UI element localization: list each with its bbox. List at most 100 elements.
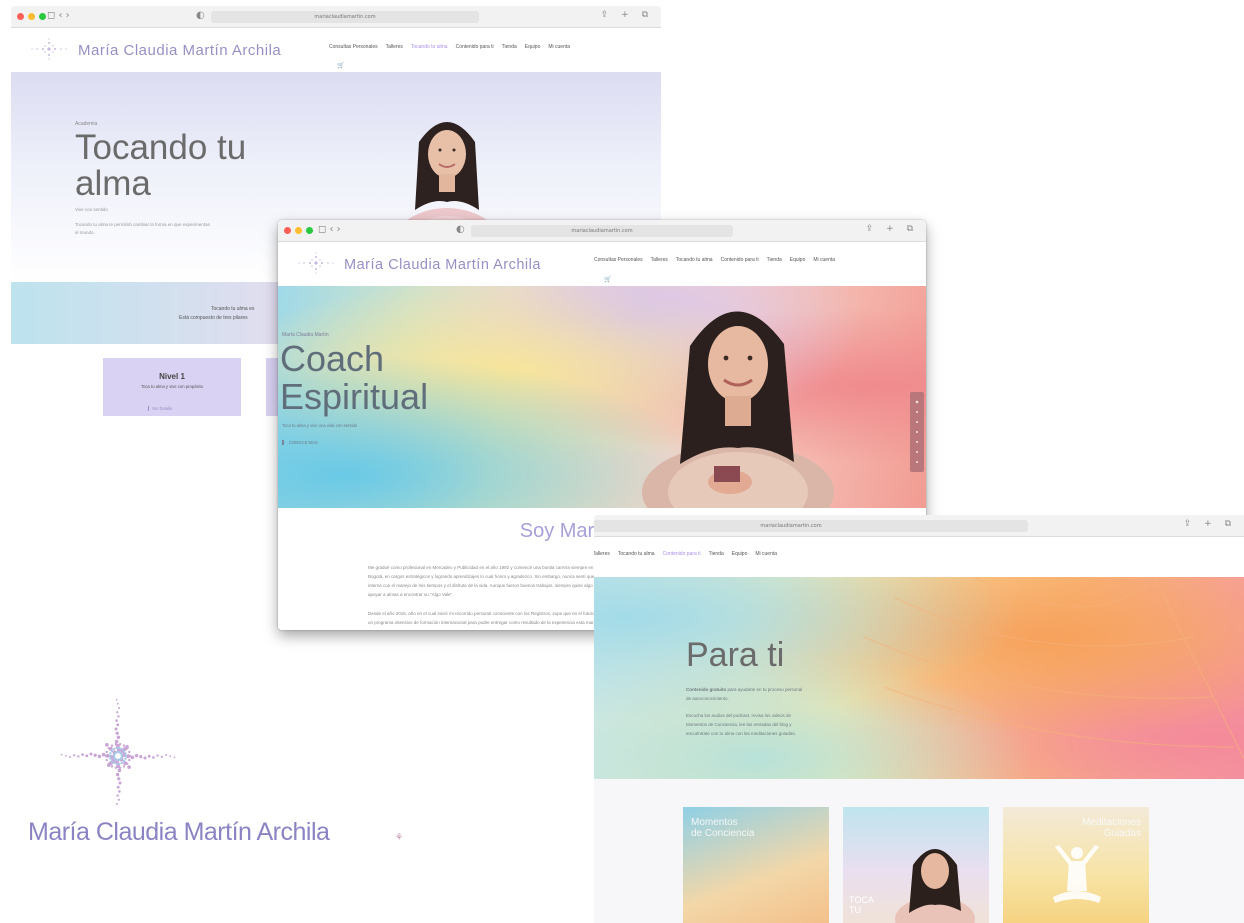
nav-item-equipo[interactable]: Equipo [790, 257, 806, 263]
band-line2: Está compuesto de tres pilares [179, 315, 248, 321]
nav-controls[interactable]: ◻ ‹ › [318, 224, 341, 235]
tile-title-line2: de Conciencia [691, 828, 755, 839]
tile-title-line1: TOCA [849, 895, 874, 905]
logo-mark-icon[interactable] [296, 252, 336, 274]
cart-icon[interactable]: 🛒 [604, 276, 611, 283]
nav-item-tocando[interactable]: Tocando tu alma [676, 257, 713, 263]
privacy-icon: ◐ [196, 10, 205, 21]
nav-item-contenido[interactable]: Contenido para ti [721, 257, 759, 263]
level-card[interactable]: Nivel 1 Toca tu alma y vive con propósit… [103, 358, 241, 416]
brand-name[interactable]: María Claudia Martín Archila [344, 257, 541, 273]
hero-desc-line: encuéntrate con tu alma con las meditaci… [686, 731, 796, 736]
window-controls[interactable] [17, 13, 46, 20]
hero-desc-2: Escucha los audios del podcast, revisa l… [686, 711, 796, 738]
level-card-subtitle: Toca tu alma y vive con propósito [141, 384, 203, 389]
meditation-figure-icon [1053, 845, 1101, 903]
brand-logo-text: María Claudia Martín Archila [28, 818, 330, 846]
close-window-button[interactable] [17, 13, 24, 20]
nav-item-contenido[interactable]: Contenido para ti [456, 44, 494, 50]
band-line1: Tocando tu alma es [211, 306, 255, 312]
tile-momentos[interactable]: Momentos de Conciencia [683, 807, 829, 923]
pagination-dots-icon[interactable] [910, 392, 924, 472]
composite-screenshot: ◻ ‹ › ◐ mariaclaudiamartin.com ⇪ + ⧉ Mar… [0, 0, 1244, 923]
slider-pagination[interactable] [910, 392, 924, 472]
hero-desc-line1: Tocando tu alma te permitirá cambiar la … [75, 222, 210, 227]
portrait-photo [895, 849, 975, 923]
main-nav: Consultas Personales Talleres Tocando tu… [329, 44, 570, 50]
browser-toolbar: ◻ ‹ › ◐ mariaclaudiamartin.com ⇪ + ⧉ [278, 220, 926, 242]
toolbar-actions[interactable]: ⇪ + ⧉ [601, 10, 653, 20]
hero-title: Para ti [686, 636, 785, 674]
address-bar[interactable]: mariaclaudiamartin.com [211, 11, 479, 23]
feather-graphic [863, 577, 1244, 761]
hero-title-line2: alma [75, 164, 151, 203]
nav-item-cuenta[interactable]: Mi cuenta [755, 551, 777, 557]
nav-item-tienda[interactable]: Tienda [709, 551, 724, 557]
nav-item-talleres[interactable]: Talleres [651, 257, 668, 263]
privacy-icon: ◐ [456, 224, 465, 235]
nav-item-equipo[interactable]: Equipo [732, 551, 748, 557]
nav-item-consultas[interactable]: Consultas Personales [594, 257, 643, 263]
toolbar-actions[interactable]: ⇪ + ⧉ [866, 224, 918, 234]
tile-toca-tu-alma[interactable]: TOCA TU [843, 807, 989, 923]
hero-title-line1: Coach [280, 338, 385, 379]
address-bar[interactable]: mariaclaudiamartin.com [594, 520, 1028, 532]
nav-item-consultas[interactable]: Consultas Personales [329, 44, 378, 50]
hero-subtitle: Vive con sentido [75, 207, 108, 212]
tile-title-line1: Momentos [691, 817, 738, 828]
nav-item-talleres[interactable]: Talleres [386, 44, 403, 50]
hero-desc-rest: para ayudarte en tu proceso personal [726, 687, 803, 692]
minimize-window-button[interactable] [295, 227, 302, 234]
hero-desc-1: Contenido gratuito para ayudarte en tu p… [686, 685, 802, 703]
nav-item-contenido[interactable]: Contenido para ti [663, 551, 701, 557]
hero-desc-line: Momentos de Conciencia, lee las entradas… [686, 722, 792, 727]
browser-toolbar: mariaclaudiamartin.com ⇪ + ⧉ [594, 515, 1244, 537]
window-controls[interactable] [284, 227, 313, 234]
logo-lotus-icon: ⚘ [395, 833, 404, 843]
hero-desc-line: Escucha los audios del podcast, revisa l… [686, 713, 792, 718]
address-bar[interactable]: mariaclaudiamartin.com [471, 225, 733, 237]
level-card-link[interactable]: Ver Detalle [148, 406, 172, 411]
nav-item-tienda[interactable]: Tienda [502, 44, 517, 50]
tile-title-line2: Guiadas [1103, 828, 1141, 839]
cart-icon[interactable]: 🛒 [337, 62, 344, 69]
nav-item-talleres[interactable]: Talleres [594, 551, 610, 557]
portrait-photo [642, 311, 834, 508]
zoom-window-button[interactable] [39, 13, 46, 20]
brand-name[interactable]: María Claudia Martín Archila [78, 42, 281, 59]
browser-window-para-ti: mariaclaudiamartin.com ⇪ + ⧉ Consultas P… [594, 515, 1244, 923]
hero-desc-bold: Contenido gratuito [686, 687, 727, 692]
logo-mark-icon[interactable] [29, 38, 69, 60]
hero-section: Para ti Contenido gratuito para ayudarte… [594, 577, 1244, 779]
level-card-title: Nivel 1 [159, 372, 185, 381]
nav-item-tienda[interactable]: Tienda [767, 257, 782, 263]
site-header: María Claudia Martín Archila Consultas P… [278, 242, 926, 286]
main-nav: Consultas Personales Talleres Tocando tu… [594, 257, 835, 263]
hero-subtitle: Toca tu alma y vive una vida con sentido [282, 423, 358, 428]
tile-meditaciones[interactable]: Meditaciones Guiadas [1003, 807, 1149, 923]
hero-title-line2: Espiritual [280, 376, 429, 417]
nav-item-cuenta[interactable]: Mi cuenta [548, 44, 570, 50]
hero-desc-line2: de autoconocimiento. [686, 696, 729, 701]
brand-logo-icon [60, 698, 176, 805]
nav-item-tocando[interactable]: Tocando tu alma [618, 551, 655, 557]
zoom-window-button[interactable] [306, 227, 313, 234]
site-header: María Claudia Martín Archila Consultas P… [11, 28, 661, 72]
nav-controls[interactable]: ◻ ‹ › [47, 10, 70, 21]
hero-eyebrow: Academia [75, 121, 98, 127]
main-nav: Consultas Personales Talleres Tocando tu… [594, 551, 777, 557]
nav-item-equipo[interactable]: Equipo [525, 44, 541, 50]
hero-desc-line2: el mundo. [75, 230, 95, 235]
minimize-window-button[interactable] [28, 13, 35, 20]
cta-button[interactable]: CONOCE MÁS [282, 440, 318, 445]
nav-item-tocando[interactable]: Tocando tu alma [411, 44, 448, 50]
hero-title-line1: Tocando tu [75, 128, 247, 167]
tile-title-line2: TU [849, 905, 861, 915]
toolbar-actions[interactable]: ⇪ + ⧉ [1184, 519, 1236, 529]
close-window-button[interactable] [284, 227, 291, 234]
browser-toolbar: ◻ ‹ › ◐ mariaclaudiamartin.com ⇪ + ⧉ [11, 6, 661, 28]
tile-title-line1: Meditaciones [1082, 817, 1141, 828]
site-header: Consultas Personales Talleres Tocando tu… [594, 537, 1244, 577]
nav-item-cuenta[interactable]: Mi cuenta [813, 257, 835, 263]
hero-section: María Claudia Martín Coach Espiritual To… [278, 286, 926, 508]
